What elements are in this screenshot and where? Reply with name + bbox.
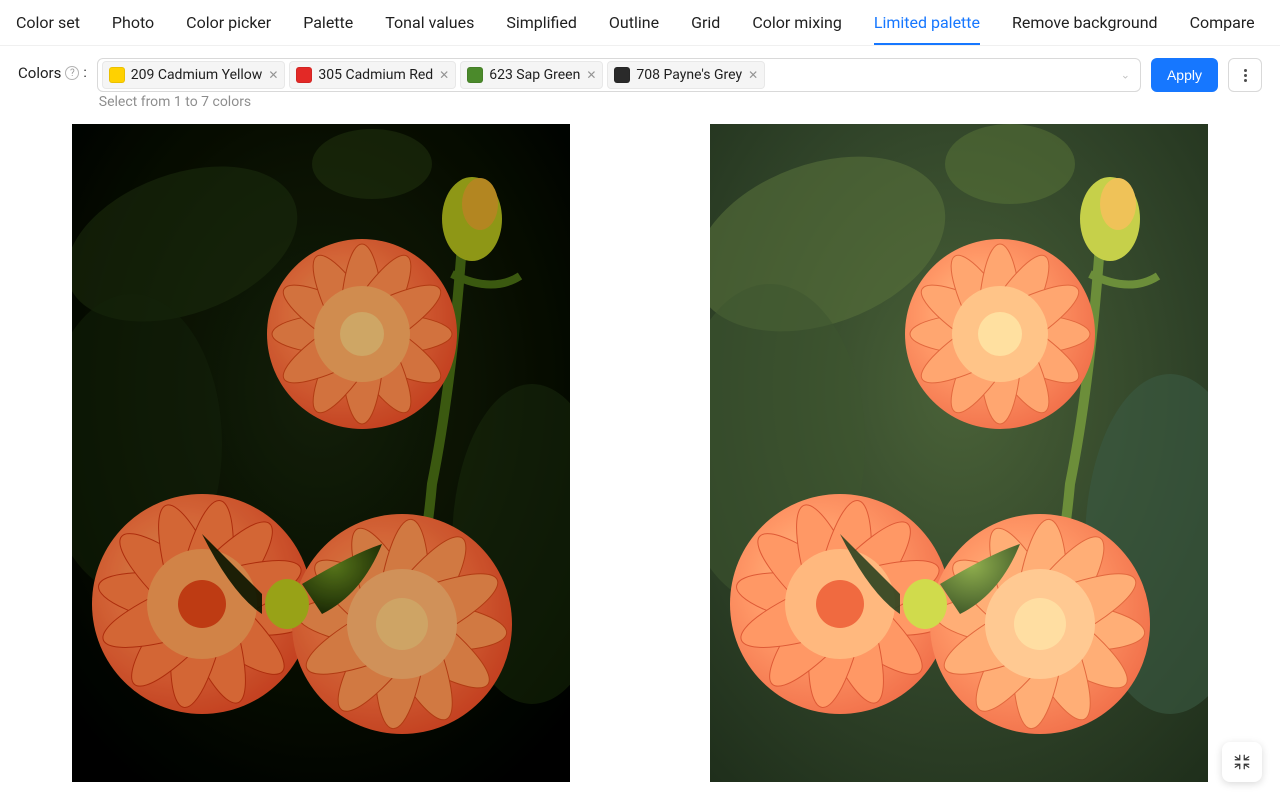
color-tag-label: 305 Cadmium Red <box>318 67 433 83</box>
image-compare-row <box>0 116 1280 782</box>
tab-limited-palette[interactable]: Limited palette <box>858 1 996 44</box>
color-swatch <box>296 67 312 83</box>
tab-color-mixing[interactable]: Color mixing <box>736 1 858 44</box>
tab-remove-background[interactable]: Remove background <box>996 1 1174 44</box>
close-icon[interactable]: ✕ <box>586 69 596 81</box>
color-tag-label: 623 Sap Green <box>489 67 580 83</box>
tab-photo[interactable]: Photo <box>96 1 170 44</box>
color-swatch <box>614 67 630 83</box>
color-tag[interactable]: 708 Payne's Grey ✕ <box>607 61 765 89</box>
color-select[interactable]: 209 Cadmium Yellow✕305 Cadmium Red✕623 S… <box>97 58 1141 92</box>
color-tag[interactable]: 209 Cadmium Yellow ✕ <box>102 61 286 89</box>
tab-outline[interactable]: Outline <box>593 1 675 44</box>
apply-button[interactable]: Apply <box>1151 58 1218 92</box>
tab-tonal-values[interactable]: Tonal values <box>369 1 490 44</box>
color-tag-label: 708 Payne's Grey <box>636 67 742 83</box>
tab-simplified[interactable]: Simplified <box>490 1 593 44</box>
color-tag[interactable]: 623 Sap Green ✕ <box>460 61 603 89</box>
tab-grid[interactable]: Grid <box>675 1 736 44</box>
collapse-icon <box>1233 753 1251 771</box>
color-select-hint: Select from 1 to 7 colors <box>97 94 1141 110</box>
more-button[interactable] <box>1228 58 1262 92</box>
help-icon[interactable]: ? <box>65 66 79 80</box>
tab-compare[interactable]: Compare <box>1174 1 1271 44</box>
tab-help[interactable]: Help <box>1271 1 1280 44</box>
main-tabs: Color setPhotoColor pickerPaletteTonal v… <box>0 0 1280 46</box>
colors-label-group: Colors ? : <box>18 58 87 82</box>
color-select-wrap: 209 Cadmium Yellow✕305 Cadmium Red✕623 S… <box>97 58 1141 110</box>
color-swatch <box>109 67 125 83</box>
close-icon[interactable]: ✕ <box>748 69 758 81</box>
tab-color-picker[interactable]: Color picker <box>170 1 287 44</box>
color-tag-label: 209 Cadmium Yellow <box>131 67 263 83</box>
colon: : <box>83 65 86 81</box>
controls-row: Colors ? : 209 Cadmium Yellow✕305 Cadmiu… <box>0 46 1280 116</box>
color-swatch <box>467 67 483 83</box>
limited-palette-preview <box>72 124 570 782</box>
chevron-down-icon: ⌄ <box>1121 69 1130 82</box>
colors-label: Colors <box>18 64 61 82</box>
original-photo-preview <box>710 124 1208 782</box>
exit-fullscreen-button[interactable] <box>1222 742 1262 782</box>
tab-color-set[interactable]: Color set <box>0 1 96 44</box>
close-icon[interactable]: ✕ <box>439 69 449 81</box>
close-icon[interactable]: ✕ <box>268 69 278 81</box>
color-tag[interactable]: 305 Cadmium Red ✕ <box>289 61 456 89</box>
tab-palette[interactable]: Palette <box>287 1 369 44</box>
